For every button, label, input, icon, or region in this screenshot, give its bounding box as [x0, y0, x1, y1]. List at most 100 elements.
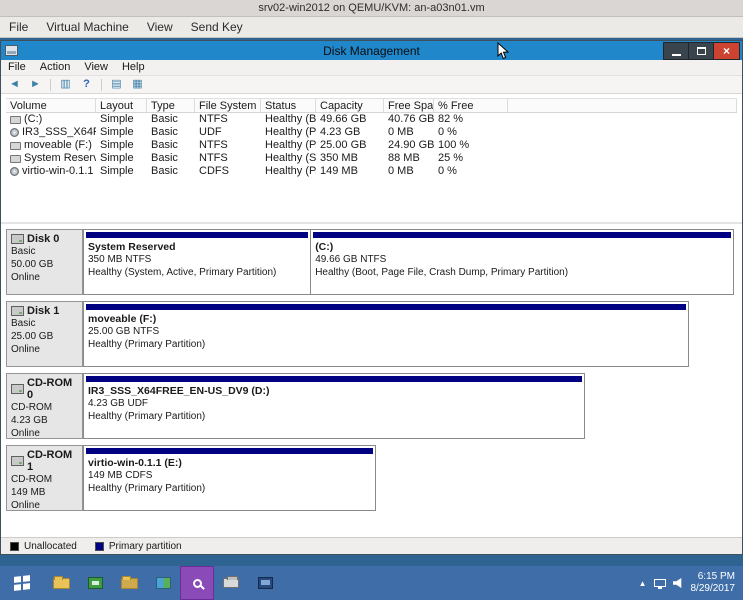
- dm-client-area: Volume Layout Type File System Status Ca…: [1, 94, 742, 554]
- dm-menu-action[interactable]: Action: [33, 60, 78, 75]
- column-type[interactable]: Type: [147, 99, 195, 112]
- vm-window-title: srv02-win2012 on QEMU/KVM: an-a03n01.vm: [258, 2, 484, 14]
- cell-pct-free: 0 %: [434, 126, 508, 139]
- table-row[interactable]: virtio-win-0.1.1 (E:) Simple Basic CDFS …: [6, 165, 737, 178]
- close-button[interactable]: ×: [714, 43, 739, 59]
- cdrom1-label[interactable]: CD-ROM 1 CD-ROM 149 MB Online: [6, 445, 83, 511]
- table-row[interactable]: moveable (F:) Simple Basic NTFS Healthy …: [6, 139, 737, 152]
- cell-type: Basic: [147, 126, 195, 139]
- menu-file[interactable]: File: [0, 17, 37, 37]
- forward-icon[interactable]: ►: [27, 77, 44, 92]
- minimize-icon: [672, 54, 681, 56]
- volume-cd-icon: [10, 128, 19, 137]
- cell-status: Healthy (S...: [261, 152, 316, 165]
- help-icon[interactable]: ?: [78, 77, 95, 92]
- partition-name: virtio-win-0.1.1 (E:): [84, 456, 375, 469]
- graphical-view-icon[interactable]: ▦: [129, 77, 146, 92]
- folder-icon[interactable]: [112, 566, 146, 600]
- vm-window-titlebar[interactable]: srv02-win2012 on QEMU/KVM: an-a03n01.vm: [0, 0, 743, 17]
- disk-list-icon[interactable]: ▤: [108, 77, 125, 92]
- disk-name: CD-ROM 0: [27, 377, 78, 401]
- dm-menubar: File Action View Help: [1, 60, 742, 76]
- cell-file-system: UDF: [195, 126, 261, 139]
- disk-status: Online: [11, 499, 78, 512]
- tray-expand-icon[interactable]: ▲: [639, 579, 647, 588]
- cell-layout: Simple: [96, 126, 147, 139]
- legend-primary-partition: Primary partition: [95, 541, 182, 552]
- maximize-icon: [697, 47, 706, 55]
- explorer-icon[interactable]: [44, 566, 78, 600]
- disk-row: Disk 0 Basic 50.00 GB Online System Rese…: [6, 229, 735, 295]
- dm-menu-view[interactable]: View: [77, 60, 115, 75]
- start-button[interactable]: [0, 566, 44, 600]
- search-icon[interactable]: [180, 566, 214, 600]
- partition-ir3-dvd[interactable]: IR3_SSS_X64FREE_EN-US_DV9 (D:) 4.23 GB U…: [83, 373, 585, 439]
- cell-file-system: NTFS: [195, 113, 261, 126]
- minimize-button[interactable]: [664, 43, 689, 59]
- console-tree-icon[interactable]: ▥: [57, 77, 74, 92]
- disk-size: 25.00 GB: [11, 330, 78, 343]
- cell-capacity: 149 MB: [316, 165, 384, 178]
- tray-time: 6:15 PM: [691, 571, 736, 583]
- cell-free-space: 88 MB: [384, 152, 434, 165]
- cell-free-space: 0 MB: [384, 126, 434, 139]
- disk1-label[interactable]: Disk 1 Basic 25.00 GB Online: [6, 301, 83, 367]
- partition-c[interactable]: (C:) 49.66 GB NTFS Healthy (Boot, Page F…: [310, 229, 734, 295]
- pane-splitter[interactable]: [1, 222, 742, 224]
- column-capacity[interactable]: Capacity: [316, 99, 384, 112]
- partition-virtio-cd[interactable]: virtio-win-0.1.1 (E:) 149 MB CDFS Health…: [83, 445, 376, 511]
- menu-virtual-machine[interactable]: Virtual Machine: [37, 17, 138, 37]
- disk0-label[interactable]: Disk 0 Basic 50.00 GB Online: [6, 229, 83, 295]
- clock[interactable]: 6:15 PM 8/29/2017: [691, 571, 736, 595]
- volume-icon[interactable]: [673, 578, 684, 588]
- dm-menu-file[interactable]: File: [1, 60, 33, 75]
- column-status[interactable]: Status: [261, 99, 316, 112]
- table-row[interactable]: (C:) Simple Basic NTFS Healthy (B... 49.…: [6, 113, 737, 126]
- app-duo-icon[interactable]: [146, 566, 180, 600]
- disk-kind: Basic: [11, 317, 78, 330]
- app-dark-icon[interactable]: [248, 566, 282, 600]
- disk-management-icon: [5, 45, 18, 56]
- back-icon[interactable]: ◄: [6, 77, 23, 92]
- disk-status: Online: [11, 271, 78, 284]
- cell-capacity: 350 MB: [316, 152, 384, 165]
- cell-layout: Simple: [96, 152, 147, 165]
- network-icon[interactable]: [654, 579, 666, 587]
- column-pct-free[interactable]: % Free: [434, 99, 508, 112]
- cell-volume: moveable (F:): [24, 139, 92, 152]
- disk-name: CD-ROM 1: [27, 449, 78, 473]
- cell-volume: System Reserved: [24, 152, 96, 165]
- menu-view[interactable]: View: [138, 17, 182, 37]
- unallocated-swatch: [10, 542, 19, 551]
- drive-icon: [11, 306, 24, 316]
- table-row[interactable]: System Reserved Simple Basic NTFS Health…: [6, 152, 737, 165]
- partition-status: Healthy (Primary Partition): [84, 338, 688, 351]
- legend-unallocated: Unallocated: [10, 541, 77, 552]
- maximize-button[interactable]: [689, 43, 714, 59]
- column-free-space[interactable]: Free Spa...: [384, 99, 434, 112]
- dm-titlebar[interactable]: Disk Management ×: [1, 41, 742, 60]
- partition-system-reserved[interactable]: System Reserved 350 MB NTFS Healthy (Sys…: [83, 229, 311, 295]
- printer-icon[interactable]: [214, 566, 248, 600]
- partition-info: 49.66 GB NTFS: [311, 253, 733, 266]
- cell-type: Basic: [147, 165, 195, 178]
- dm-menu-help[interactable]: Help: [115, 60, 152, 75]
- partition-status: Healthy (Boot, Page File, Crash Dump, Pr…: [311, 266, 733, 279]
- cell-layout: Simple: [96, 139, 147, 152]
- table-row[interactable]: IR3_SSS_X64FREE_... Simple Basic UDF Hea…: [6, 126, 737, 139]
- disk-kind: Basic: [11, 245, 78, 258]
- app-green-icon[interactable]: [78, 566, 112, 600]
- cell-file-system: CDFS: [195, 165, 261, 178]
- column-layout[interactable]: Layout: [96, 99, 147, 112]
- partition-moveable[interactable]: moveable (F:) 25.00 GB NTFS Healthy (Pri…: [83, 301, 689, 367]
- column-filler: [508, 99, 737, 112]
- vm-display: Disk Management × File Action View Help …: [0, 38, 743, 600]
- primary-partition-band: [86, 376, 582, 382]
- column-file-system[interactable]: File System: [195, 99, 261, 112]
- cdrom0-label[interactable]: CD-ROM 0 CD-ROM 4.23 GB Online: [6, 373, 83, 439]
- cell-capacity: 49.66 GB: [316, 113, 384, 126]
- column-volume[interactable]: Volume: [6, 99, 96, 112]
- menu-send-key[interactable]: Send Key: [182, 17, 252, 37]
- cell-type: Basic: [147, 139, 195, 152]
- cell-file-system: NTFS: [195, 152, 261, 165]
